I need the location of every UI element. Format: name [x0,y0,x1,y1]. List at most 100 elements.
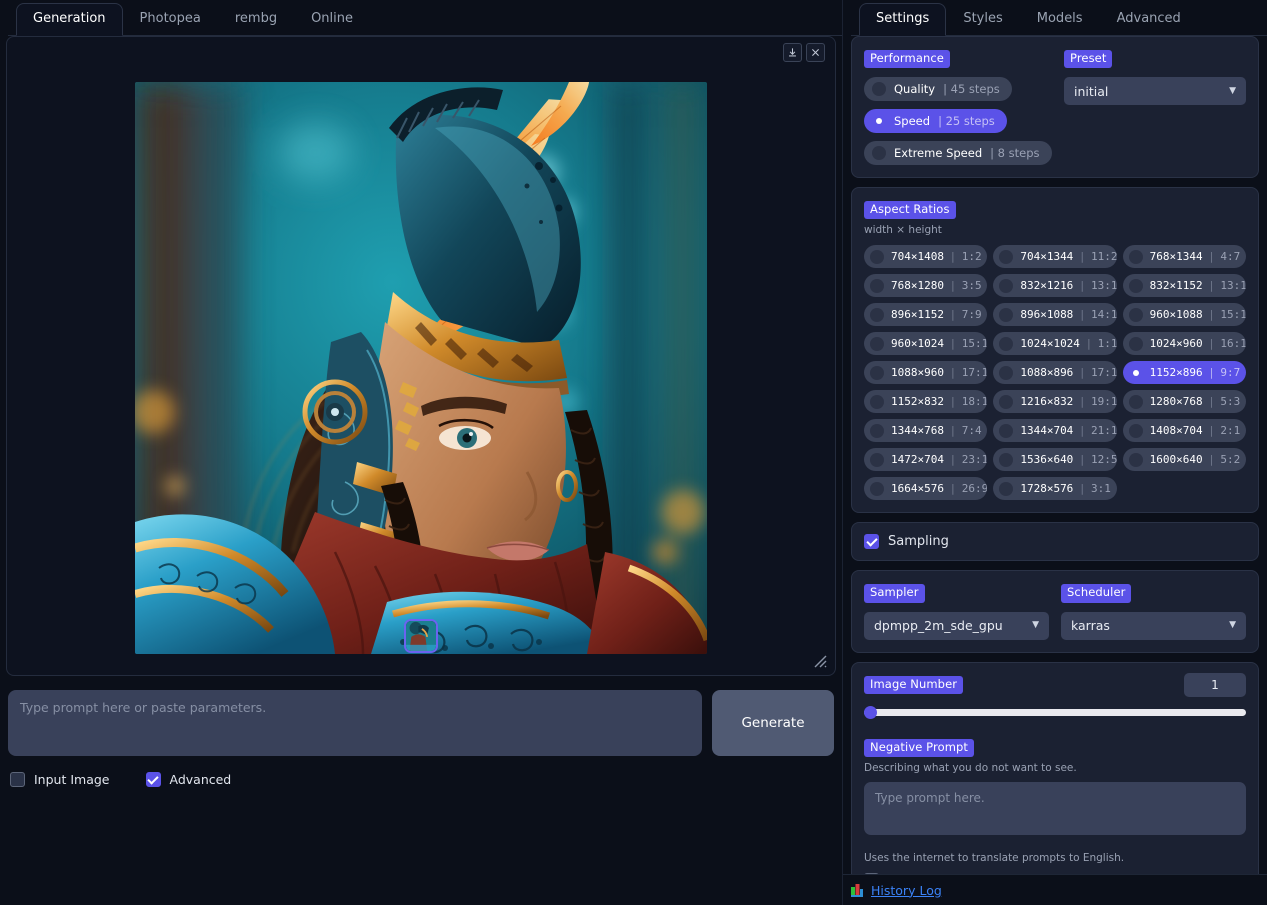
performance-option-steps: | 25 steps [938,114,995,129]
aspect-ratio-separator: | [950,337,955,351]
sampling-card: Sampling [851,522,1259,562]
slider-thumb[interactable] [864,706,877,720]
aspect-ratio-option-768×1344[interactable]: 768×1344 | 4:7 [1122,245,1246,269]
preset-dropdown[interactable]: initial ▼ [1064,77,1246,106]
aspect-ratio-option-960×1024[interactable]: 960×1024 | 15:16 [864,332,988,356]
chart-icon [851,883,863,897]
aspect-ratio-option-1088×896[interactable]: 1088×896 | 17:14 [993,361,1117,385]
aspect-ratio-size: 768×1344 [1149,250,1203,264]
aspect-ratio-option-896×1088[interactable]: 896×1088 | 14:17 [993,303,1117,327]
performance-option-speed[interactable]: Speed | 25 steps [864,109,1007,134]
close-icon[interactable] [806,43,825,62]
performance-option-extreme-speed[interactable]: Extreme Speed | 8 steps [864,141,1052,166]
aspect-ratio-option-1280×768[interactable]: 1280×768 | 5:3 [1122,390,1246,414]
aspect-ratios-note: width × height [864,224,942,237]
image-number-slider[interactable] [864,706,1246,720]
aspect-ratio-separator: | [1209,279,1214,293]
aspect-ratio-ratio: 13:18 [1220,279,1246,293]
performance-option-name: Extreme Speed [894,146,983,161]
sampling-checkbox-box[interactable] [864,534,879,550]
generate-button[interactable]: Generate [712,690,834,756]
tab-rembg[interactable]: rembg [218,3,294,36]
image-number-value[interactable]: 1 [1184,672,1246,697]
resize-handle-icon[interactable] [813,653,827,668]
aspect-ratio-option-1728×576[interactable]: 1728×576 | 3:1 [993,477,1117,501]
advanced-checkbox-box[interactable] [145,772,161,787]
performance-label: Performance [864,50,950,69]
tab-online[interactable]: Online [294,3,370,36]
aspect-ratio-option-832×1216[interactable]: 832×1216 | 13:19 [993,274,1117,298]
performance-option-quality[interactable]: Quality | 45 steps [864,77,1012,102]
negative-prompt-input[interactable] [864,781,1246,835]
input-image-label: Input Image [34,772,110,787]
aspect-ratio-option-832×1152[interactable]: 832×1152 | 13:18 [1122,274,1246,298]
aspect-ratio-option-1152×832[interactable]: 1152×832 | 18:13 [864,390,988,414]
aspect-ratio-separator: | [950,366,955,380]
right-tab-list: Settings Styles Models Advanced [851,0,1267,36]
tab-styles[interactable]: Styles [946,3,1019,36]
tab-generation[interactable]: Generation [16,3,123,36]
scheduler-dropdown[interactable]: karras ▼ [1061,611,1246,640]
aspect-ratio-option-704×1344[interactable]: 704×1344 | 11:21 [993,245,1117,269]
history-log-link[interactable]: History Log [871,883,942,898]
aspect-ratio-separator: | [1209,395,1214,409]
aspect-ratio-option-1024×960[interactable]: 1024×960 | 16:15 [1122,332,1246,356]
aspect-ratio-options: 704×1408|1:2704×1344|11:21768×1344|4:776… [864,245,1246,501]
aspect-ratio-option-896×1152[interactable]: 896×1152 | 7:9 [864,303,988,327]
input-image-checkbox[interactable]: Input Image [10,772,110,787]
aspect-ratio-option-768×1280[interactable]: 768×1280 | 3:5 [864,274,988,298]
aspect-ratio-ratio: 2:1 [1220,424,1241,438]
input-image-checkbox-box[interactable] [10,772,25,787]
sampler-section: Sampler dpmpp_2m_sde_gpu ▼ [864,581,1049,640]
aspect-ratio-ratio: 3:1 [1091,482,1111,496]
sampling-checkbox[interactable]: Sampling [864,534,1246,550]
aspect-ratio-ratio: 5:2 [1220,453,1241,467]
aspect-ratio-size: 1024×960 [1149,337,1203,351]
tab-models[interactable]: Models [1020,3,1100,36]
aspect-ratio-size: 1600×640 [1149,453,1203,467]
aspect-ratio-option-1152×896[interactable]: 1152×896 | 9:7 [1122,361,1246,385]
prompt-row: Generate [8,690,834,756]
aspect-ratio-option-1088×960[interactable]: 1088×960 | 17:15 [864,361,988,385]
radio-icon [872,146,886,161]
aspect-ratio-separator: | [1080,366,1085,380]
preset-section: Preset initial ▼ [1060,47,1246,165]
advanced-checkbox[interactable]: Advanced [145,772,231,787]
tab-settings[interactable]: Settings [859,3,947,36]
aspect-ratio-option-1216×832[interactable]: 1216×832 | 19:13 [993,390,1117,414]
aspect-ratio-separator: | [1086,337,1091,351]
aspect-ratio-option-1472×704[interactable]: 1472×704 | 23:11 [864,448,988,472]
aspect-ratio-size: 1728×576 [1020,482,1074,496]
aspect-ratio-option-704×1408[interactable]: 704×1408 | 1:2 [864,245,988,269]
aspect-ratio-option-1664×576[interactable]: 1664×576 | 26:9 [864,477,988,501]
aspect-ratio-size: 1152×896 [1149,366,1203,380]
generated-image[interactable] [135,82,707,654]
sampler-dropdown[interactable]: dpmpp_2m_sde_gpu ▼ [864,611,1049,640]
aspect-ratio-option-1600×640[interactable]: 1600×640 | 5:2 [1122,448,1246,472]
aspect-ratio-ratio: 3:5 [961,279,982,293]
aspect-ratio-option-1344×768[interactable]: 1344×768 | 7:4 [864,419,988,443]
aspect-ratio-ratio: 9:7 [1220,366,1241,380]
aspect-ratio-option-960×1088[interactable]: 960×1088 | 15:17 [1122,303,1246,327]
scheduler-section: Scheduler karras ▼ [1061,581,1246,640]
aspect-ratio-separator: | [950,424,955,438]
aspect-ratio-option-1024×1024[interactable]: 1024×1024 | 1:1 [993,332,1117,356]
aspect-ratio-option-1536×640[interactable]: 1536×640 | 12:5 [993,448,1117,472]
tab-advanced[interactable]: Advanced [1100,3,1198,36]
radio-icon [870,481,884,496]
prompt-input[interactable] [8,690,702,756]
generated-image-thumbnail[interactable] [404,619,438,653]
aspect-ratio-option-1344×704[interactable]: 1344×704 | 21:11 [993,419,1117,443]
aspect-ratio-size: 1088×960 [891,366,944,380]
aspect-ratio-ratio: 23:11 [961,453,988,467]
aspect-ratio-ratio: 7:4 [961,424,982,438]
aspect-ratio-separator: | [1080,395,1085,409]
performance-option-steps: | 45 steps [943,82,1000,97]
radio-icon [870,452,884,467]
download-icon[interactable] [783,43,802,62]
aspect-ratio-separator: | [1080,453,1085,467]
tab-photopea[interactable]: Photopea [123,3,218,36]
aspect-ratio-option-1408×704[interactable]: 1408×704 | 2:1 [1122,419,1246,443]
performance-section: Performance Quality | 45 steps Speed | 25 s… [864,47,1060,166]
aspect-ratio-separator: | [1209,453,1214,467]
